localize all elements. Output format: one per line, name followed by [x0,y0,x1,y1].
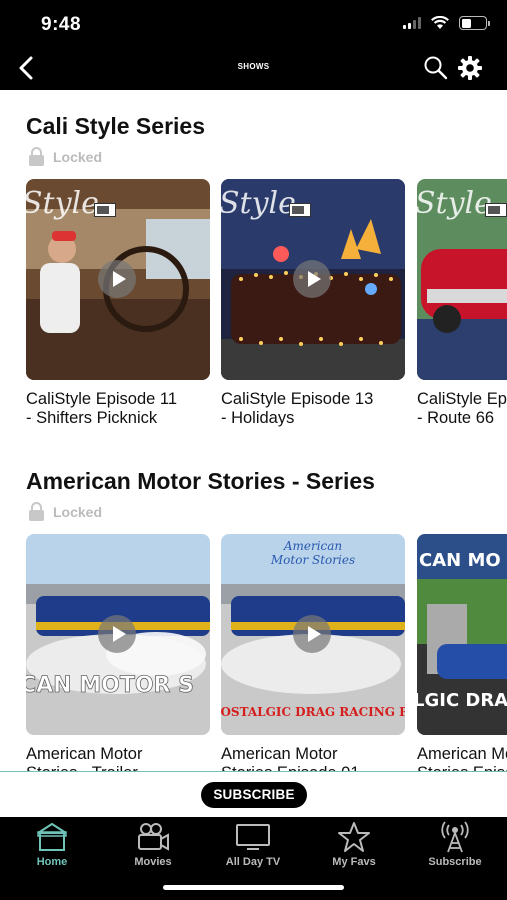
ams3-top-text: CAN MO [419,550,501,571]
episode-thumbnail[interactable]: CAN MO LGIC DRA [417,534,507,735]
locked-indicator: Locked [28,147,102,166]
ams-banner-text: CAN MOTOR S [26,673,194,698]
tab-label: Home [36,856,68,868]
episode-title[interactable]: CaliStyle Episode 11 - Shifters Picknick [26,390,210,428]
episode-card[interactable]: American Motor Stories NOSTALGIC DRAG RA… [221,534,405,772]
episode-title-line1: CaliStyle Episode [417,390,507,408]
episode-thumbnail[interactable]: Style [221,179,405,380]
play-icon[interactable] [98,260,136,298]
tv-badge-icon [94,203,116,217]
tab-movies[interactable]: Movies [103,821,203,877]
play-icon[interactable] [293,615,331,653]
star-icon [338,822,370,852]
episode-thumbnail[interactable]: Style [26,179,210,380]
gear-icon[interactable] [457,55,483,81]
episode-title-line1: American Motor [26,745,143,763]
subscribe-strip: SUBSCRIBE [0,772,507,817]
episode-card[interactable]: Style CaliStyle Episode 13 - Holidays [221,179,405,428]
tab-label: Movies [134,856,172,868]
ams3-bottom-text: LGIC DRA [417,690,507,711]
ams-logo-line2: Motor Stories [270,553,355,567]
episode-title[interactable]: American Motor Stories - Trailer [26,745,210,772]
tab-all-day-tv[interactable]: All Day TV [203,821,303,877]
episode-title[interactable]: American Motor Stories Episode [417,745,507,772]
tab-label: Subscribe [428,856,482,868]
episode-title-line1: CaliStyle Episode 11 [26,390,178,408]
section-title: American Motor Stories - Series [26,468,375,494]
locked-label: Locked [53,503,103,520]
ams-nostalgic-text: NOSTALGIC DRAG RACING P1 [221,705,405,719]
episode-title-line2: - Shifters Picknick [26,409,158,427]
tv-icon [236,824,270,850]
calistyle-watermark: Style [417,186,492,221]
lock-icon [29,147,44,166]
tab-home[interactable]: Home [2,821,102,877]
cellular-signal-icon [403,17,421,29]
tv-badge-icon [289,203,311,217]
shows-content[interactable]: Cali Style Series Locked Style CaliStyle… [0,90,507,772]
episode-card[interactable]: CAN MO LGIC DRA American Motor Stories E… [417,534,507,772]
tab-subscribe[interactable]: Subscribe [405,821,505,877]
episode-title-line1: American Motor [221,745,338,763]
locked-indicator: Locked [28,502,102,521]
nav-bar: SHOWS [0,48,507,90]
thumbnail-image: CAN MO LGIC DRA [417,534,507,735]
status-icons [403,16,490,30]
episode-card[interactable]: Style CaliStyle Episode 11 - Shifters Pi… [26,179,210,428]
episode-title-line1: CaliStyle Episode 13 [221,390,374,408]
lock-icon [29,502,44,521]
wifi-icon [431,16,449,29]
episode-card[interactable]: Style CaliStyle Episode - Route 66 [417,179,507,428]
episode-title-line2: - Route 66 [417,409,495,427]
episode-title[interactable]: CaliStyle Episode 13 - Holidays [221,390,405,428]
battery-icon [459,16,490,30]
tab-label: My Favs [332,856,376,868]
status-bar: 9:48 [0,0,507,48]
tv-badge-icon [485,203,507,217]
search-icon[interactable] [423,55,449,81]
home-indicator[interactable] [163,885,344,890]
episode-thumbnail[interactable]: CAN MOTOR S [26,534,210,735]
episode-title-line2: - Holidays [221,409,295,427]
section-title: Cali Style Series [26,113,205,139]
movie-camera-icon [138,823,169,851]
play-icon[interactable] [293,260,331,298]
play-icon[interactable] [98,615,136,653]
home-icon [37,822,67,851]
calistyle-watermark: Style [26,186,99,221]
episode-thumbnail[interactable]: Style [417,179,507,380]
episode-carousel[interactable]: Style CaliStyle Episode 11 - Shifters Pi… [0,179,507,439]
subscribe-button[interactable]: SUBSCRIBE [201,782,307,808]
calistyle-watermark: Style [221,186,296,221]
episode-title[interactable]: CaliStyle Episode - Route 66 [417,390,507,428]
episode-title[interactable]: American Motor Stories Episode 01 [221,745,405,772]
ams-logo-line1: American [283,539,342,553]
episode-card[interactable]: CAN MOTOR S American Motor Stories - Tra… [26,534,210,772]
tab-my-favs[interactable]: My Favs [304,821,404,877]
broadcast-tower-icon [441,821,469,853]
episode-title-line1: American Motor [417,745,507,763]
episode-thumbnail[interactable]: American Motor Stories NOSTALGIC DRAG RA… [221,534,405,735]
locked-label: Locked [53,148,103,165]
tab-label: All Day TV [225,856,281,868]
status-time: 9:48 [41,14,82,35]
episode-carousel[interactable]: CAN MOTOR S American Motor Stories - Tra… [0,534,507,772]
